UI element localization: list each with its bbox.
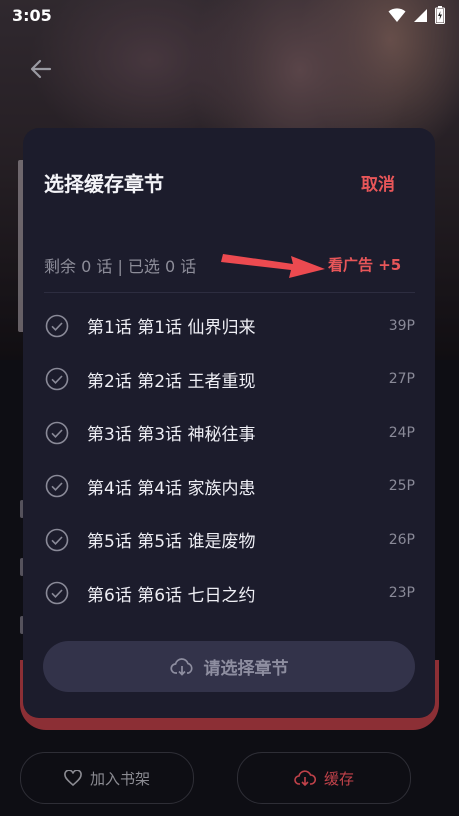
- check-circle-icon[interactable]: [45, 367, 69, 391]
- chapter-page-count: 26P: [388, 531, 415, 548]
- chapter-page-count: 27P: [388, 371, 415, 388]
- red-arrow-annotation: [221, 254, 325, 278]
- check-circle-icon[interactable]: [45, 314, 69, 338]
- chapter-row[interactable]: 第4话 第4话 家族内患 25P: [23, 460, 435, 514]
- add-to-shelf-label: 加入书架: [89, 769, 150, 788]
- chapter-title: 第6话 第6话 七日之约: [87, 585, 256, 606]
- chapter-page-count: 39P: [388, 317, 415, 334]
- status-bar: 3:05: [0, 0, 459, 32]
- chapter-row[interactable]: 第6话 第6话 七日之约 23P: [23, 567, 435, 621]
- chapter-title: 第5话 第5话 谁是废物: [87, 532, 256, 553]
- add-to-shelf-button[interactable]: 加入书架: [20, 752, 194, 804]
- chapter-page-count: 25P: [388, 478, 415, 495]
- check-circle-icon[interactable]: [45, 421, 69, 445]
- heart-icon: [64, 770, 82, 786]
- back-arrow-icon[interactable]: [30, 58, 52, 80]
- watch-ad-button[interactable]: 看广告 +5: [328, 254, 401, 275]
- confirm-selection-button[interactable]: 请选择章节: [43, 641, 415, 692]
- chapter-page-count: 23P: [388, 585, 415, 602]
- confirm-selection-label: 请选择章节: [203, 659, 289, 679]
- chapter-row[interactable]: 第3话 第3话 神秘往事 24P: [23, 406, 435, 460]
- status-time: 3:05: [12, 6, 52, 25]
- wifi-icon: [388, 8, 406, 22]
- cloud-download-icon: [294, 770, 316, 786]
- check-circle-icon[interactable]: [45, 581, 69, 605]
- cloud-download-icon: [169, 657, 193, 676]
- signal-icon: [414, 8, 427, 22]
- chapter-title: 第1话 第1话 仙界归来: [87, 318, 256, 339]
- chapter-row[interactable]: 第5话 第5话 谁是废物 26P: [23, 513, 435, 567]
- chapter-title: 第4话 第4话 家族内患: [87, 478, 256, 499]
- chapter-row[interactable]: 第1话 第1话 仙界归来 39P: [23, 299, 435, 353]
- check-circle-icon[interactable]: [45, 528, 69, 552]
- chapter-row[interactable]: 第2话 第2话 王者重现 27P: [23, 353, 435, 407]
- chapter-title: 第2话 第2话 王者重现: [87, 371, 256, 392]
- check-circle-icon[interactable]: [45, 474, 69, 498]
- chapter-page-count: 24P: [388, 424, 415, 441]
- chapter-title: 第3话 第3话 神秘往事: [87, 425, 256, 446]
- cache-label: 缓存: [323, 769, 354, 788]
- chapter-list: 第1话 第1话 仙界归来 39P 第2话 第2话 王者重现 27P 第3话 第3…: [23, 299, 435, 620]
- cache-button[interactable]: 缓存: [237, 752, 411, 804]
- cancel-button[interactable]: 取消: [361, 170, 395, 195]
- cache-chapter-sheet: 选择缓存章节 取消 剩余 0 话 | 已选 0 话 看广告 +5 第1话 第1话…: [23, 128, 435, 718]
- battery-icon: [435, 6, 445, 24]
- sheet-title: 选择缓存章节: [44, 172, 164, 196]
- selection-summary: 剩余 0 话 | 已选 0 话: [44, 257, 197, 276]
- divider: [44, 292, 415, 293]
